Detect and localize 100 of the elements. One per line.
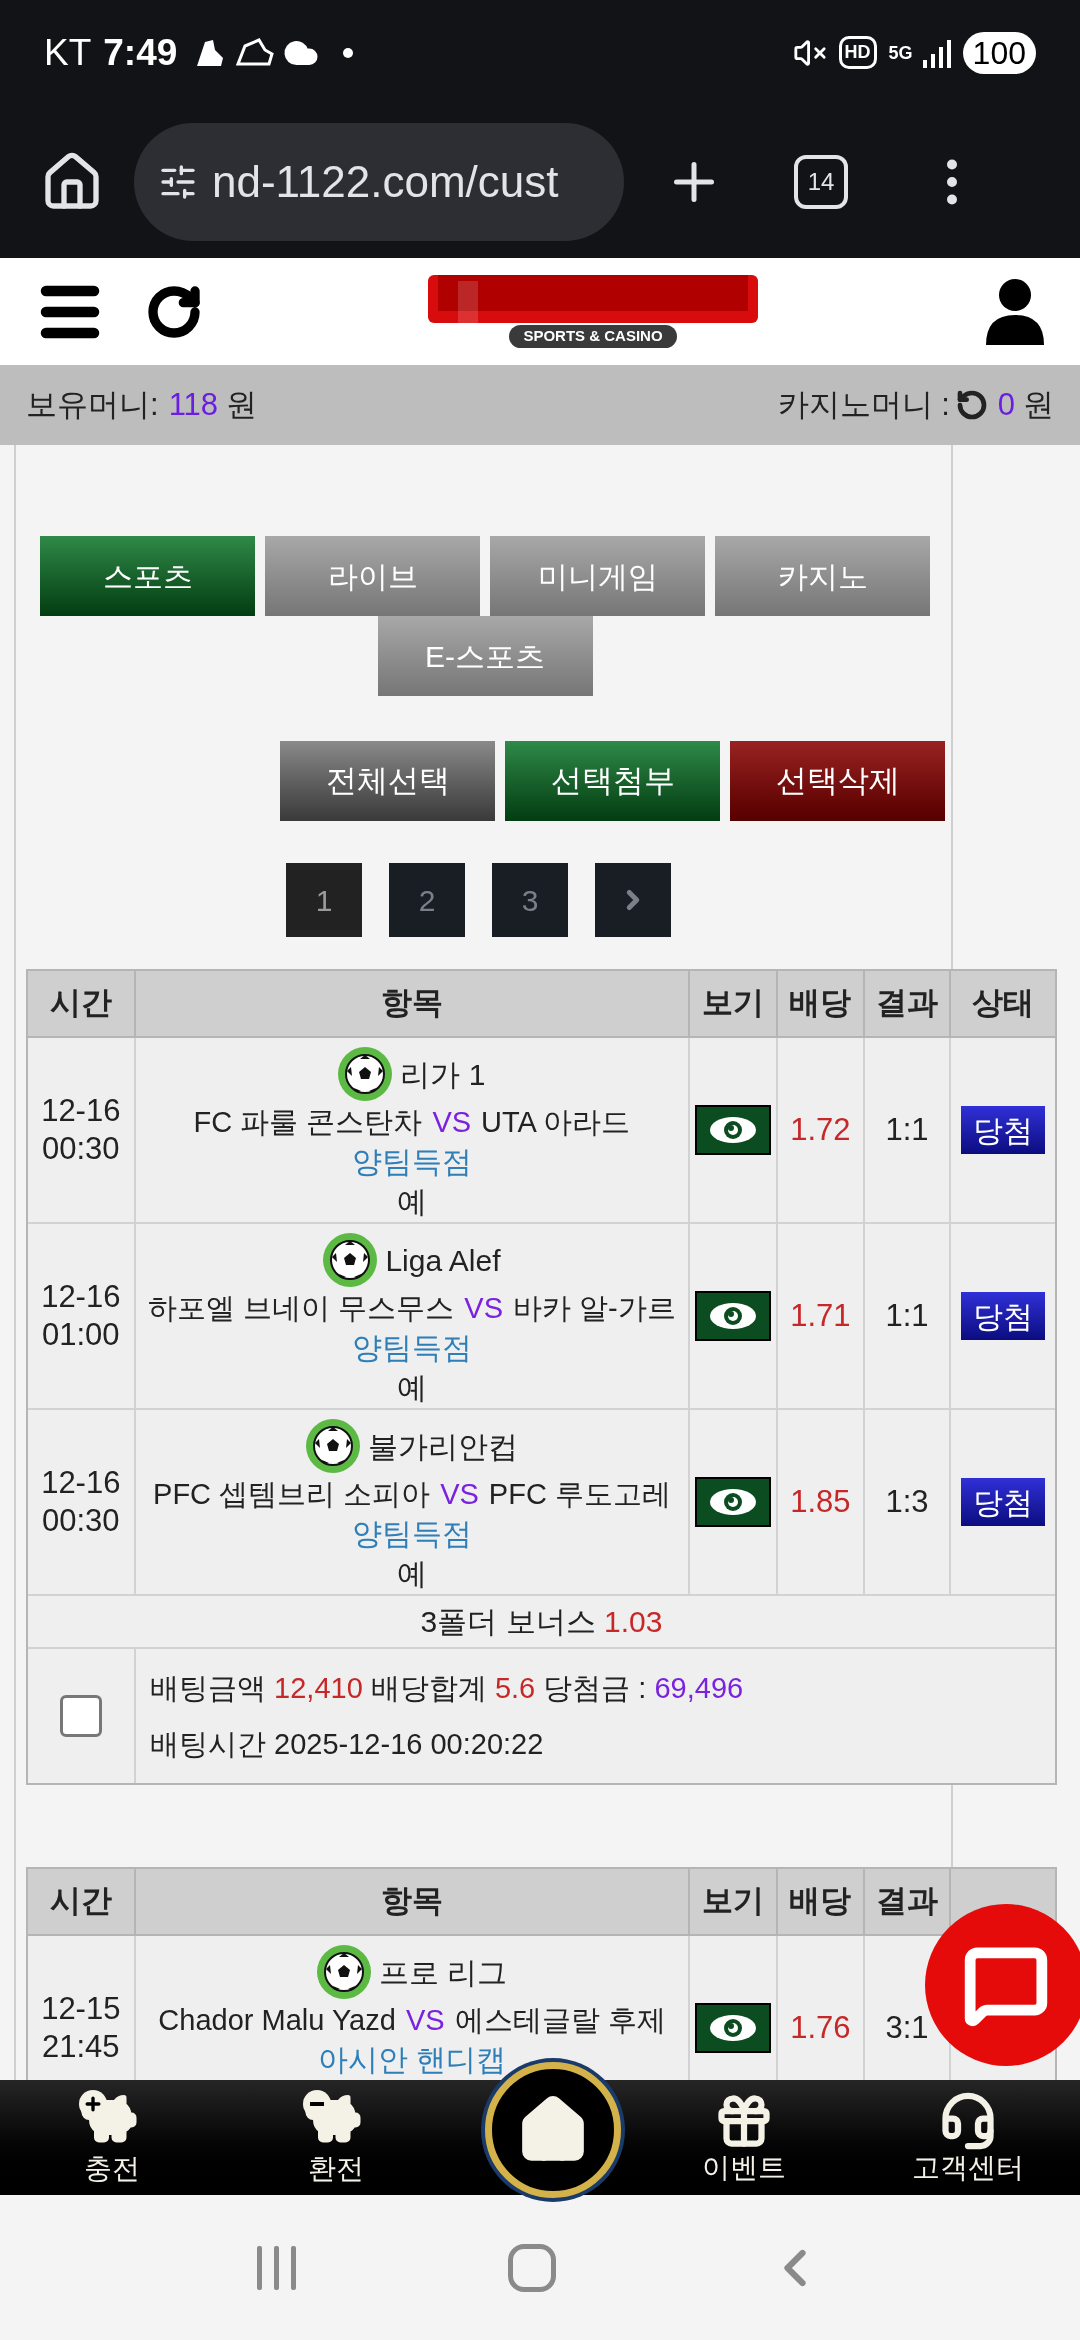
action-button[interactable]: 전체선택	[280, 741, 495, 821]
view-button[interactable]	[695, 1291, 772, 1341]
refresh-icon[interactable]	[146, 283, 202, 340]
league-name: 프로 리그	[378, 1954, 508, 1991]
versus-label: VS	[405, 2003, 445, 2038]
match-time: 01:00	[42, 1316, 120, 1354]
odds-value: 1.76	[790, 2008, 851, 2047]
eye-icon	[708, 1301, 759, 1331]
bet-amount-text: 배팅금액 12,410 배당합계 5.6 당첨금 : 69,496	[150, 1671, 745, 1706]
clock-time: 7:49	[103, 30, 178, 75]
soccer-ball-icon	[323, 1233, 378, 1287]
column-header: 배당	[789, 984, 852, 1023]
bonus-text: 3폴더 보너스 1.03	[420, 1604, 663, 1640]
match-date: 12-16	[41, 1092, 121, 1130]
status-badge: 당첨	[961, 1478, 1046, 1526]
bottom-nav-item[interactable]: 이벤트	[654, 2090, 834, 2185]
status-badge: 당첨	[961, 1106, 1046, 1154]
eye-icon	[708, 1115, 759, 1145]
match-result: 1:3	[885, 1482, 929, 1521]
action-button[interactable]: 선택삭제	[730, 741, 945, 821]
signal-icon	[922, 37, 951, 68]
tab-count-button[interactable]: 14	[794, 154, 848, 209]
column-header: 상태	[972, 984, 1035, 1023]
league-name: 불가리안컵	[368, 1428, 518, 1465]
versus-label: VS	[432, 1105, 472, 1140]
column-header: 결과	[876, 984, 939, 1023]
address-bar[interactable]: nd-1122.com/cust	[134, 122, 624, 241]
bet-market: 양팀득점	[352, 1144, 472, 1180]
column-header: 시간	[49, 1882, 112, 1921]
column-header: 시간	[49, 984, 112, 1023]
bet-time-text: 배팅시간 2025-12-16 00:20:22	[150, 1727, 545, 1762]
eye-icon	[708, 1487, 759, 1517]
match-time: 21:45	[42, 2028, 120, 2066]
refresh-icon[interactable]	[955, 389, 988, 421]
bet-market: 양팀득점	[352, 1330, 472, 1366]
odds-value: 1.71	[790, 1296, 851, 1335]
bottom-nav-item[interactable]: 환전	[246, 2089, 426, 2186]
home-team: 하포엘 브네이 무스무스	[148, 1291, 455, 1326]
select-checkbox[interactable]	[60, 1695, 102, 1737]
user-icon[interactable]	[984, 278, 1046, 345]
match-result: 1:1	[885, 1296, 929, 1335]
versus-label: VS	[464, 1291, 504, 1326]
category-tab[interactable]: 스포츠	[40, 536, 255, 616]
carrier-label: KT	[44, 30, 92, 75]
away-team: 바카 알-가르	[513, 1291, 676, 1326]
view-button[interactable]	[695, 2003, 772, 2053]
bet-pick: 예	[397, 1370, 427, 1406]
bet-pick: 예	[397, 1184, 427, 1220]
casino-money-value: 0	[997, 385, 1015, 424]
hd-indicator: HD	[838, 36, 877, 69]
next-page-button[interactable]	[595, 863, 671, 937]
match-date: 12-16	[41, 1278, 121, 1316]
column-header: 보기	[702, 984, 765, 1023]
logo-subtitle: SPORTS & CASINO	[509, 325, 677, 348]
bet-pick: 예	[397, 1556, 427, 1592]
odds-value: 1.72	[790, 1110, 851, 1149]
action-button[interactable]: 선택첨부	[505, 741, 720, 821]
balance-label: 보유머니:	[26, 385, 159, 424]
league-name: Liga Alef	[385, 1242, 501, 1279]
page-button[interactable]: 2	[389, 863, 465, 937]
soccer-ball-icon	[338, 1047, 393, 1101]
column-header: 보기	[702, 1882, 765, 1921]
match-result: 3:1	[885, 2008, 929, 2047]
status-badge: 당첨	[961, 1292, 1046, 1340]
versus-label: VS	[440, 1477, 479, 1512]
soccer-ball-icon	[316, 1945, 371, 1999]
away-team: UTA 아라드	[481, 1105, 631, 1140]
league-name: 리가 1	[400, 1056, 486, 1093]
page-button[interactable]: 3	[492, 863, 568, 937]
match-date: 12-16	[41, 1464, 121, 1502]
match-time: 00:30	[42, 1502, 120, 1540]
home-team: FC 파룰 콘스탄차	[193, 1105, 423, 1140]
odds-value: 1.85	[790, 1482, 851, 1521]
match-date: 12-15	[41, 1990, 121, 2028]
column-header: 배당	[789, 1882, 852, 1921]
bet-market: 아시안 핸디캡	[317, 2042, 507, 2078]
casino-money-label: 카지노머니 :	[777, 385, 950, 424]
view-button[interactable]	[695, 1105, 772, 1155]
away-team: 에스테글랄 후제	[454, 2003, 666, 2038]
bottom-nav-item[interactable]: 고객센터	[878, 2090, 1058, 2185]
page-button[interactable]: 1	[286, 863, 362, 937]
match-result: 1:1	[885, 1110, 929, 1149]
recent-apps-icon[interactable]	[254, 2243, 299, 2292]
casino-money-unit: 원	[1023, 385, 1054, 424]
column-header: 항목	[381, 1882, 443, 1921]
battery-indicator: 100	[962, 31, 1036, 74]
bet-market: 양팀득점	[352, 1516, 472, 1552]
home-nav-icon[interactable]	[508, 2243, 556, 2292]
view-button[interactable]	[695, 1477, 772, 1527]
bottom-nav-item[interactable]: 충전	[22, 2089, 202, 2186]
eye-icon	[708, 2013, 759, 2043]
away-team: PFC 루도고레	[488, 1477, 671, 1512]
home-team: PFC 셉템브리 소피아	[153, 1477, 431, 1512]
match-time: 00:30	[42, 1130, 120, 1168]
soccer-ball-icon	[306, 1419, 360, 1473]
balance-unit: 원	[226, 385, 258, 424]
column-header: 항목	[381, 984, 443, 1023]
balance-value: 118	[168, 385, 219, 424]
column-header: 결과	[876, 1882, 939, 1921]
url-text: nd-1122.com/cust	[212, 155, 559, 208]
